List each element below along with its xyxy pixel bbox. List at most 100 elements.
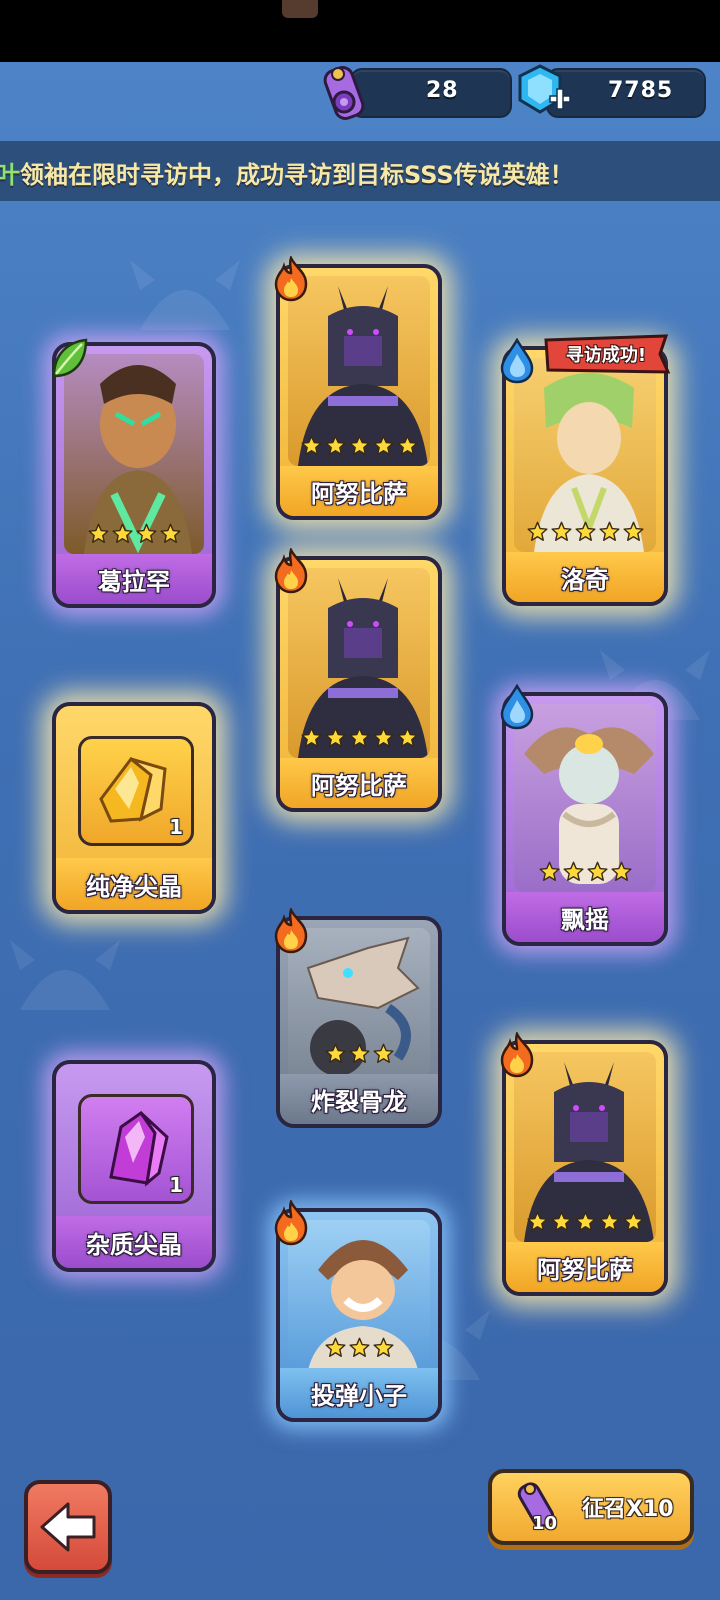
- card-name: 阿努比萨: [506, 1242, 664, 1292]
- card-name: 炸裂骨龙: [280, 1074, 438, 1124]
- success-tag-text: 寻访成功!: [565, 345, 647, 366]
- back-button[interactable]: [24, 1480, 112, 1574]
- item-count: 1: [169, 1173, 183, 1197]
- card-frame: 洛奇: [502, 346, 668, 606]
- summon-x10-button[interactable]: 10 征召X10: [488, 1469, 694, 1545]
- star-icon: [551, 1211, 572, 1232]
- star-icon: [349, 727, 370, 748]
- star-icon: [160, 523, 181, 544]
- card-name: 纯净尖晶: [56, 858, 212, 910]
- hero-card-2[interactable]: 阿努比萨: [276, 264, 442, 520]
- star-icon: [88, 523, 109, 544]
- star-icon: [349, 1043, 370, 1064]
- card-frame: 阿努比萨: [276, 556, 442, 812]
- card-frame: 阿努比萨: [502, 1040, 668, 1296]
- app-logo: [282, 0, 318, 18]
- star-icon: [112, 523, 133, 544]
- helmet-watermark: [130, 260, 240, 330]
- card-frame: 1 纯净尖晶: [52, 702, 216, 914]
- star-icon: [599, 521, 620, 542]
- announcement-text: 叶领袖在限时寻访中，成功寻访到目标SSS传说英雄！: [0, 155, 574, 190]
- card-name: 阿努比萨: [280, 466, 438, 516]
- star-icon: [349, 435, 370, 456]
- announcement-message: 领袖在限时寻访中，成功寻访到目标SSS传说英雄！: [20, 161, 574, 189]
- star-icon: [599, 1211, 620, 1232]
- star-rating: [280, 435, 438, 456]
- card-name: 投弹小子: [280, 1368, 438, 1418]
- star-rating: [56, 523, 212, 544]
- hero-card-4[interactable]: 阿努比萨: [276, 556, 442, 812]
- announcement-banner: 叶领袖在限时寻访中，成功寻访到目标SSS传说英雄！: [0, 141, 720, 201]
- card-name: 葛拉罕: [56, 554, 212, 604]
- hero-card-7[interactable]: 炸裂骨龙: [276, 916, 442, 1128]
- summon-label: 征召X10: [582, 1497, 674, 1522]
- fire-icon: [496, 1032, 538, 1078]
- scroll-icon: [323, 66, 365, 120]
- star-icon: [587, 861, 608, 882]
- star-icon: [325, 1337, 346, 1358]
- helmet-watermark: [10, 940, 120, 1010]
- status-bar: [0, 0, 720, 62]
- card-frame: 阿努比萨: [276, 264, 442, 520]
- hero-card-10[interactable]: 投弹小子: [276, 1208, 442, 1422]
- star-icon: [397, 727, 418, 748]
- star-icon: [301, 435, 322, 456]
- fire-icon: [270, 256, 312, 302]
- card-name: 飘摇: [506, 892, 664, 942]
- fire-icon: [270, 1200, 312, 1246]
- water-icon: [496, 338, 538, 384]
- star-icon: [325, 1043, 346, 1064]
- star-icon: [373, 727, 394, 748]
- card-frame: 飘摇: [502, 692, 668, 946]
- star-rating: [506, 521, 664, 542]
- star-icon: [551, 521, 572, 542]
- item-count: 1: [169, 815, 183, 839]
- item-icon-box: 1: [78, 1094, 194, 1204]
- star-icon: [397, 435, 418, 456]
- card-frame: 1 杂质尖晶: [52, 1060, 216, 1272]
- scroll-currency[interactable]: 28: [322, 66, 512, 120]
- star-icon: [373, 1337, 394, 1358]
- hero-card-1[interactable]: 葛拉罕: [52, 342, 216, 608]
- star-icon: [325, 435, 346, 456]
- summon-count: 10: [532, 1513, 558, 1534]
- star-rating: [280, 727, 438, 748]
- hero-card-6[interactable]: 飘摇: [502, 692, 668, 946]
- success-tag: 寻访成功!: [542, 334, 670, 374]
- star-rating: [506, 861, 664, 882]
- announcement-highlight: 叶: [0, 161, 20, 189]
- star-icon: [527, 521, 548, 542]
- gem-count: 7785: [608, 78, 674, 103]
- hero-card-3[interactable]: 洛奇 寻访成功!: [502, 334, 670, 606]
- fire-icon: [270, 908, 312, 954]
- gem-add-icon[interactable]: [516, 64, 572, 120]
- card-name: 阿努比萨: [280, 758, 438, 808]
- leaf-icon: [48, 336, 90, 382]
- star-icon: [527, 1211, 548, 1232]
- star-rating: [280, 1337, 438, 1358]
- star-icon: [301, 727, 322, 748]
- star-rating: [506, 1211, 664, 1232]
- water-icon: [496, 684, 538, 730]
- star-icon: [373, 1043, 394, 1064]
- star-icon: [373, 435, 394, 456]
- star-icon: [575, 521, 596, 542]
- star-icon: [349, 1337, 370, 1358]
- star-icon: [325, 727, 346, 748]
- card-name: 杂质尖晶: [56, 1216, 212, 1268]
- item-card-pure-spinel[interactable]: 1 纯净尖晶: [52, 702, 216, 914]
- scroll-count: 28: [426, 78, 459, 103]
- item-icon-box: 1: [78, 736, 194, 846]
- gem-currency[interactable]: 7785: [518, 64, 706, 118]
- star-icon: [539, 861, 560, 882]
- fire-icon: [270, 548, 312, 594]
- star-icon: [611, 861, 632, 882]
- star-icon: [623, 1211, 644, 1232]
- star-icon: [136, 523, 157, 544]
- back-arrow-icon: [40, 1502, 96, 1552]
- star-icon: [563, 861, 584, 882]
- hero-card-9[interactable]: 阿努比萨: [502, 1040, 668, 1296]
- scroll-currency-box: 28: [350, 68, 512, 118]
- star-icon: [623, 521, 644, 542]
- item-card-impure-spinel[interactable]: 1 杂质尖晶: [52, 1060, 216, 1272]
